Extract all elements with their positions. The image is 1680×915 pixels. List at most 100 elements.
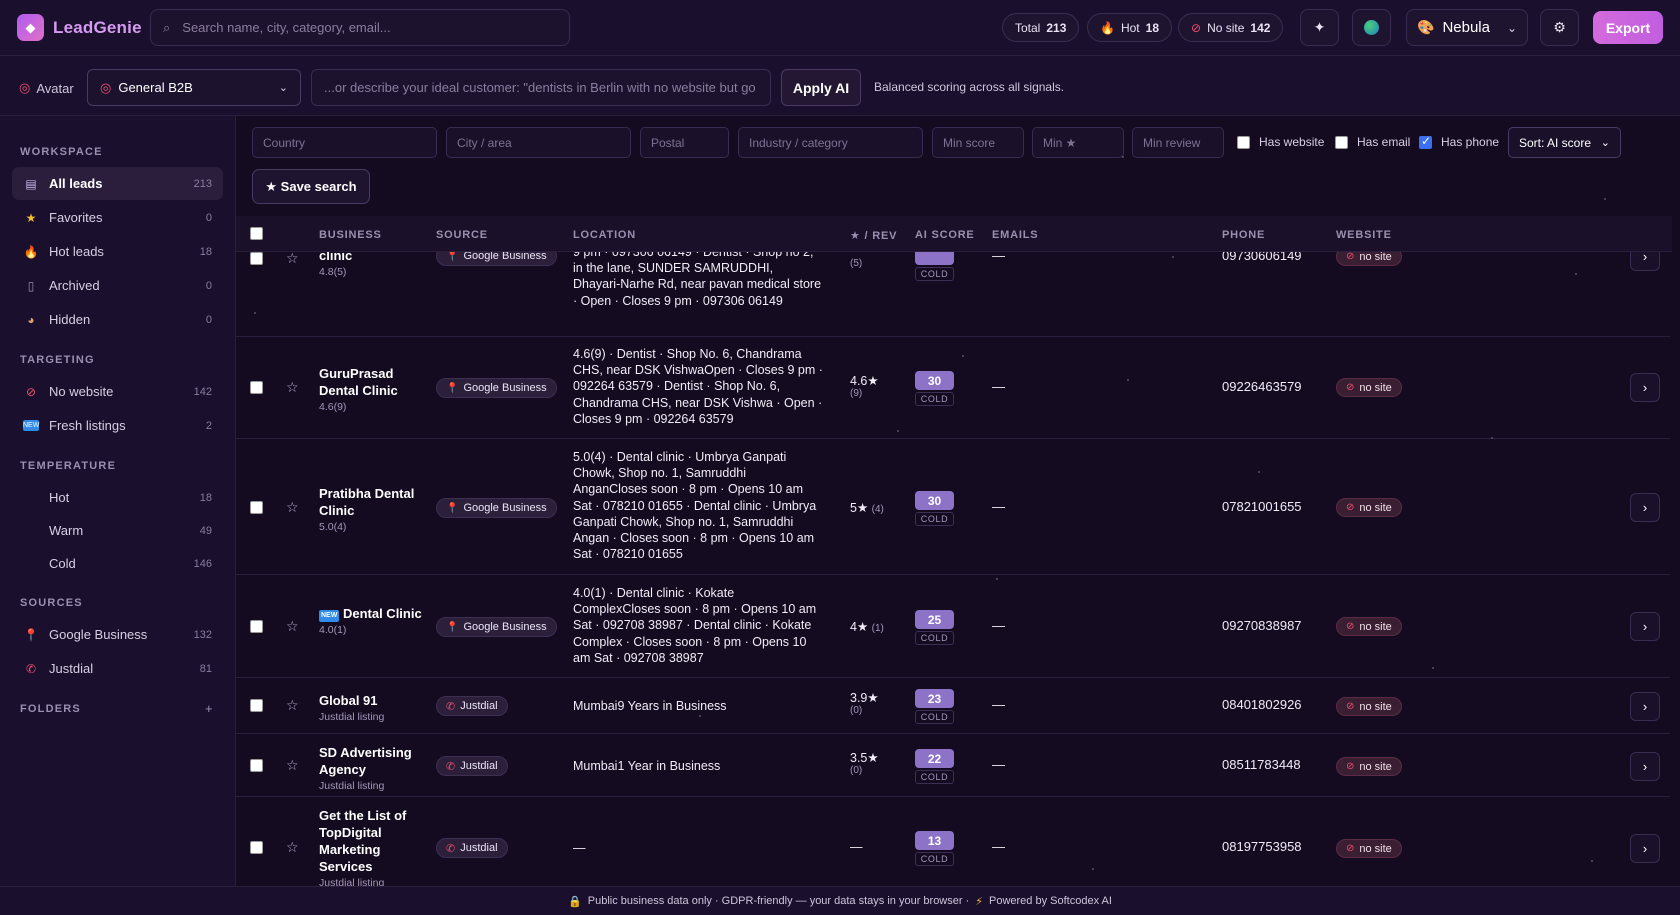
row-checkbox[interactable] [250,501,263,514]
row-checkbox[interactable] [250,759,263,772]
table-row[interactable]: ☆ GuruPrasad Dental Clinic 4.6(9) 📍 Goog… [236,337,1672,439]
min-review-filter[interactable]: Min review [1132,127,1224,158]
industry-filter[interactable]: Industry / category [738,127,923,158]
sidebar-item-justdial[interactable]: ✆ Justdial 81 [12,652,223,685]
open-lead-button[interactable]: › [1630,612,1660,641]
has-website-checkbox[interactable] [1237,135,1250,149]
chevron-down-icon: ⌄ [1506,20,1517,35]
theme-select[interactable]: 🎨 Nebula ⌄ [1406,9,1528,46]
column-header-location[interactable]: LOCATION [573,229,636,241]
country-filter[interactable]: Country [252,127,437,158]
open-lead-button[interactable]: › [1630,752,1660,781]
sparkle-button[interactable]: ✦ [1300,9,1339,46]
column-header-business[interactable]: BUSINESS [319,229,382,241]
favorite-star-icon[interactable]: ☆ [286,757,299,774]
has-website-toggle[interactable]: Has website [1237,135,1324,149]
postal-filter[interactable]: Postal [640,127,729,158]
save-search-button[interactable]: ★ Save search [252,169,370,204]
table-row[interactable]: ☆ SD Advertising Agency Justdial listing… [236,735,1672,797]
has-phone-toggle[interactable]: Has phone [1419,134,1499,149]
pin-icon: 📍 [446,250,459,262]
sidebar-item-count: 81 [199,662,212,675]
select-all-checkbox[interactable] [250,227,263,240]
business-cell: NEW Dental Clinic 4.0(1) [319,605,427,636]
open-lead-button[interactable]: › [1630,692,1660,721]
table-row[interactable]: ☆ Global 91 Justdial listing ✆ Justdial … [236,679,1672,734]
settings-button[interactable]: ⚙ [1540,9,1579,46]
hot-stat[interactable]: 🔥 Hot 18 [1087,13,1172,42]
sidebar-item-hot-leads[interactable]: 🔥 Hot leads 18 [12,235,223,268]
search-box[interactable]: ⌕ [150,9,570,46]
row-checkbox[interactable] [250,620,263,633]
sidebar-item-favorites[interactable]: ★ Favorites 0 [12,201,223,234]
has-email-checkbox[interactable] [1335,135,1348,149]
business-name: GuruPrasad Dental Clinic [319,366,398,398]
phone-cell[interactable]: 08401802926 [1222,697,1302,712]
sort-value: Sort: AI score [1519,135,1592,150]
column-header-phone[interactable]: PHONE [1222,229,1265,241]
sidebar-item-archived[interactable]: ▯ Archived 0 [12,269,223,302]
avatar-select[interactable]: ◎ General B2B ⌄ [87,69,301,106]
table-row[interactable]: ☆ Get the List of TopDigital Marketing S… [236,798,1672,886]
row-checkbox[interactable] [250,699,263,712]
row-checkbox[interactable] [250,381,263,394]
globe-button[interactable] [1352,9,1391,46]
sidebar-item-hidden[interactable]: ◕ Hidden 0 [12,303,223,336]
website-label: no site [1359,620,1392,633]
sidebar-item-hot[interactable]: Hot 18 [12,481,223,514]
export-button[interactable]: Export [1593,11,1663,44]
sort-select[interactable]: Sort: AI score ⌄ [1508,127,1621,158]
sidebar-item-warm[interactable]: Warm 49 [12,514,223,547]
has-email-toggle[interactable]: Has email [1335,135,1410,149]
open-lead-button[interactable]: › [1630,373,1660,402]
open-lead-button[interactable]: › [1630,834,1660,863]
phone-cell[interactable]: 07821001655 [1222,499,1302,514]
no-site-stat[interactable]: ⊘ No site 142 [1178,13,1284,42]
sidebar-item-no-website[interactable]: ⊘ No website 142 [12,375,223,408]
ideal-customer-input[interactable]: ...or describe your ideal customer: "den… [311,69,771,106]
rating-cell: 3.9★ (0) [850,690,879,716]
app-logo[interactable]: ◆ LeadGenie [17,14,142,41]
favorite-star-icon[interactable]: ☆ [286,499,299,516]
no-entry-icon: ⊘ [1346,701,1355,712]
table-row[interactable]: ☆ Pratibha Dental Clinic 5.0(4) 📍 Google… [236,440,1672,575]
sidebar-item-cold[interactable]: Cold 146 [12,547,223,580]
favorite-star-icon[interactable]: ☆ [286,618,299,635]
phone-cell[interactable]: 08511783448 [1222,757,1301,772]
favorite-star-icon[interactable]: ☆ [286,839,299,856]
column-header-emails[interactable]: EMAILS [992,229,1038,241]
column-header-source[interactable]: SOURCE [436,229,488,241]
phone-cell[interactable]: 09270838987 [1222,618,1302,633]
min-star-filter[interactable]: Min ★ [1032,127,1124,158]
no-site-value: 142 [1250,20,1271,35]
phone-cell[interactable]: 09226463579 [1222,379,1302,394]
search-input[interactable] [182,20,563,35]
business-sub: 5.0(4) [319,521,347,533]
phone-cell[interactable]: 08197753958 [1222,839,1302,854]
apply-ai-button[interactable]: Apply AI [781,69,861,106]
column-header-ai-score[interactable]: AI SCORE [915,229,975,241]
add-folder-button[interactable]: + [205,701,213,716]
favorite-star-icon[interactable]: ☆ [286,379,299,396]
table-row[interactable]: ☆ NEW Dental Clinic 4.0(1) 📍 Google Busi… [236,576,1672,678]
column-header-website[interactable]: WEBSITE [1336,229,1392,241]
min-score-filter[interactable]: Min score [932,127,1024,158]
sidebar-item-count: 0 [205,313,212,326]
footer-powered[interactable]: Powered by Softcodex AI [989,895,1112,907]
sidebar-item-fresh-listings[interactable]: NEW Fresh listings 2 [12,409,223,442]
row-checkbox[interactable] [250,841,263,854]
total-value: 213 [1046,20,1067,35]
favorite-star-icon[interactable]: ☆ [286,697,299,714]
open-lead-button[interactable]: › [1630,493,1660,522]
row-checkbox[interactable] [250,252,263,265]
sidebar-item-all-leads[interactable]: ▤ All leads 213 [12,167,223,200]
favorite-star-icon[interactable]: ☆ [286,250,299,267]
column-header-rating[interactable]: ★ / REV [850,229,897,242]
total-stat[interactable]: Total 213 [1002,13,1080,42]
rating-value: 3.9★ [850,691,879,705]
has-phone-checkbox[interactable] [1419,134,1432,149]
table-scrollbar[interactable] [1670,216,1680,886]
city-filter[interactable]: City / area [446,127,631,158]
sidebar-item-label: Cold [49,556,76,571]
sidebar-item-google-business[interactable]: 📍 Google Business 132 [12,618,223,651]
